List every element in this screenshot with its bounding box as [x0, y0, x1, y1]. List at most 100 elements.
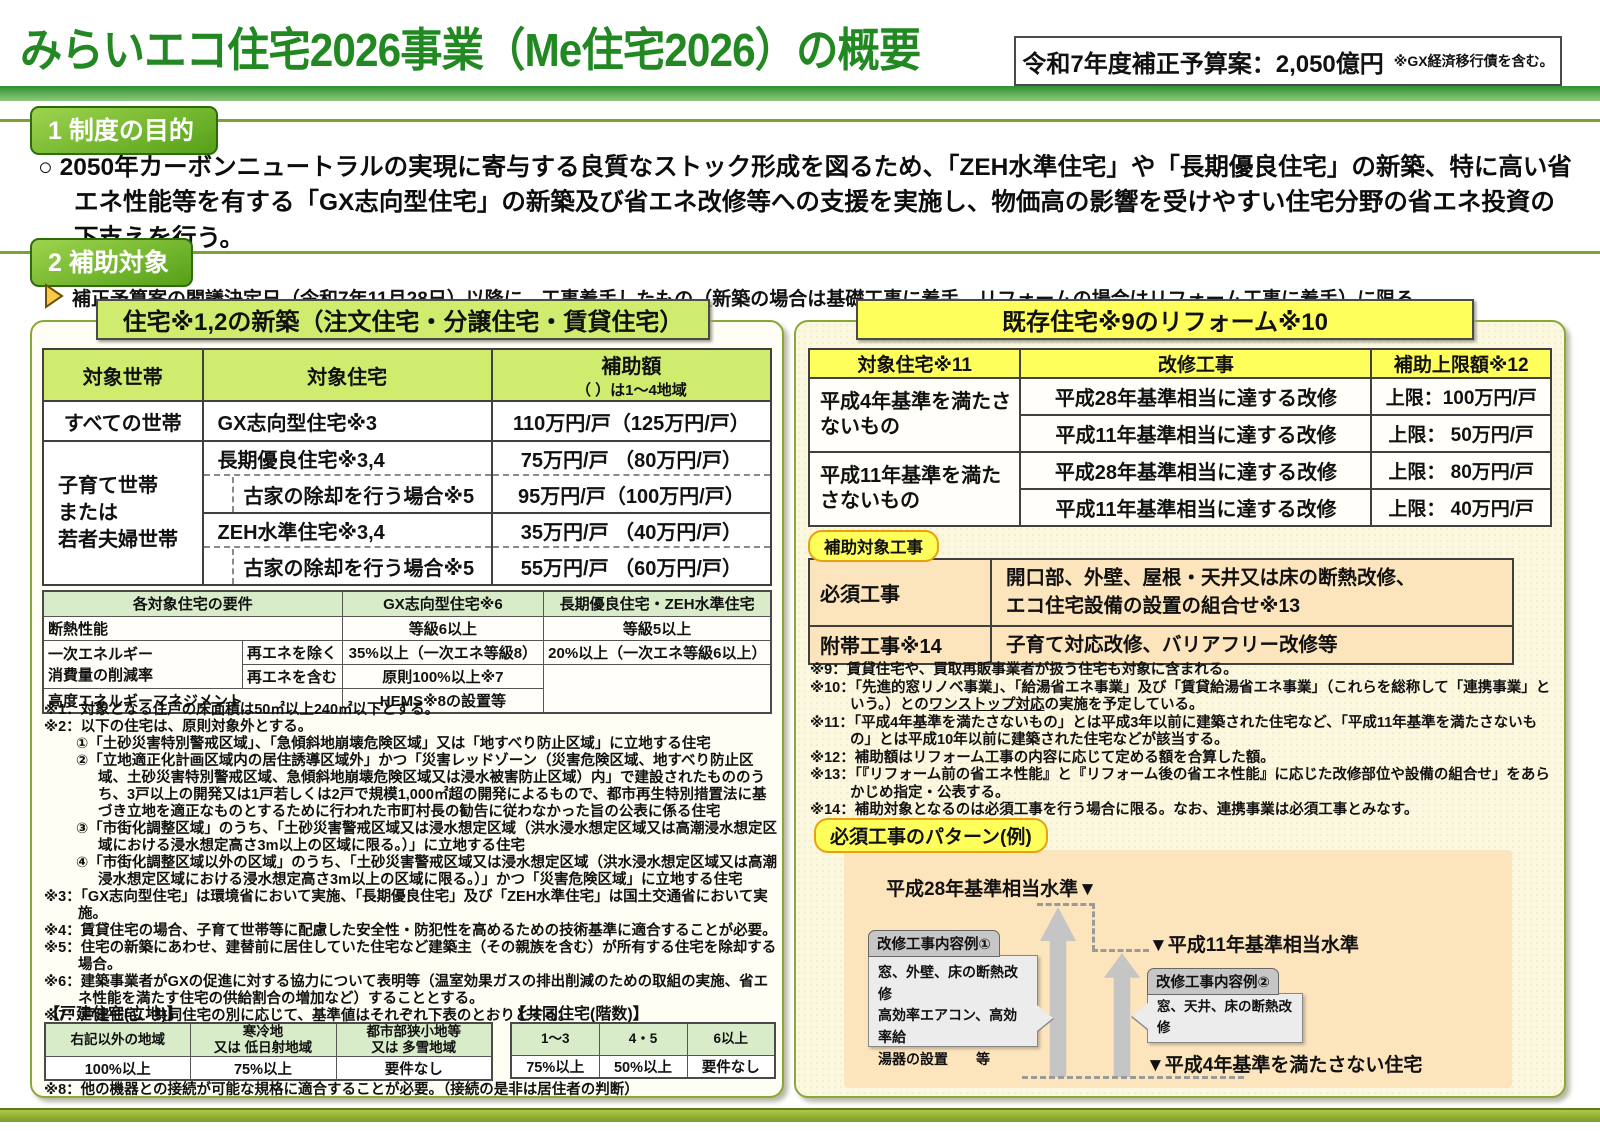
- note: ※8：他の機器との接続が可能な規格に適合することが必要。（接続の是非は居住者の判…: [44, 1082, 639, 1098]
- cell-house-group: 平成4年基準を満たさないもの: [807, 377, 1022, 453]
- cell-value: 要件なし: [335, 1056, 493, 1081]
- cell-value: 50%以上: [598, 1054, 688, 1079]
- requirements-table: 各対象住宅の要件 GX志向型住宅※6 長期優良住宅・ZEH水準住宅 断熱性能 等…: [42, 590, 772, 714]
- dashed-line: [1092, 949, 1149, 952]
- arrow-right-icon: [45, 283, 64, 309]
- h11-level-label: ▼平成11年基準相当水準: [1149, 935, 1359, 956]
- callout-tail-icon: [1037, 1005, 1053, 1031]
- cell-house: 長期優良住宅※3,4: [201, 440, 492, 475]
- table-row: 100%以上 75%以上 要件なし: [44, 1056, 493, 1081]
- detached-table-label: 【戸建住宅(立地)】: [44, 1006, 183, 1023]
- renovation-notes: ※9：賃貸住宅や、買取再販事業者が扱う住宅も対象に含まれる。 ※10：「先進的窓…: [810, 662, 1558, 820]
- section1-heading: 1 制度の目的: [30, 106, 218, 155]
- new-construction-notes: ※1：対象となる住戸の床面積は50㎡以上240㎡以下とする。 ※2：以下の住宅は…: [44, 702, 778, 1025]
- cell-label: 一次エネルギー 消費量の削減率: [42, 639, 243, 689]
- budget-box: 令和7年度補正予算案：2,050億円 ※GX経済移行債を含む。: [1014, 36, 1562, 86]
- cell-amount: 75万円/戸 （80万円/戸）: [490, 440, 771, 475]
- cell-cap: 上限： 40万円/戸: [1370, 488, 1552, 527]
- underlined-text: ワンストップ対応: [928, 697, 1045, 713]
- mandatory-work-pattern-diagram: 平成28年基準相当水準▼ ▼平成11年基準相当水準 改修工事内容例① 窓、外壁、…: [844, 850, 1512, 1088]
- footer-band: [0, 1108, 1600, 1122]
- note: ※2：以下の住宅は、原則対象外とする。: [44, 719, 313, 735]
- renovation-panel-title: 既存住宅※9のリフォーム※10: [856, 299, 1474, 340]
- renovation-panel: 対象住宅※11 改修工事 補助上限額※12 平成4年基準を満たさないもの 平成2…: [794, 320, 1566, 1098]
- detached-house-table: 右記以外の地域 寒冷地 又は 低日射地域 都市部狭小地等 又は 多雪地域 100…: [44, 1022, 493, 1081]
- col-header-amount-sub: （ ）は1～4地域: [575, 382, 687, 399]
- note-subitem: ②「立地適正化計画区域内の居住誘導区域外」かつ「災害レッドゾーン（災害危険区域、…: [76, 753, 767, 820]
- table-row: 必須工事 開口部、外壁、屋根・天井又は床の断熱改修、 エコ住宅設備の設置の組合せ…: [808, 558, 1514, 627]
- apartment-table-label: 【共同住宅(階数)】: [510, 1006, 649, 1023]
- callout-body: 窓、天井、床の断熱改修: [1147, 993, 1303, 1043]
- table-header-row: 対象世帯 対象住宅 補助額 （ ）は1～4地域: [42, 348, 771, 401]
- col-header-household: 対象世帯: [42, 348, 203, 401]
- pattern-badge: 必須工事のパターン(例): [814, 818, 1048, 853]
- note: ※14：補助対象となるのは必須工事を行う場合に限る。なお、連携事業は必須工事とみ…: [810, 802, 1419, 818]
- cell-cap: 上限： 50万円/戸: [1370, 414, 1552, 453]
- work-badge: 補助対象工事: [808, 530, 939, 562]
- cell-other: 20%以上（一次エネ等級6以上）: [543, 639, 772, 665]
- cell-amount: 35万円/戸 （40万円/戸）: [490, 512, 771, 547]
- work-table: 必須工事 開口部、外壁、屋根・天井又は床の断熱改修、 エコ住宅設備の設置の組合せ…: [808, 558, 1514, 665]
- new-construction-panel-title: 住宅※1,2の新築（注文住宅・分譲住宅・賃貸住宅）: [96, 299, 710, 340]
- note-subitem: ③「市街化調整区域」のうち、「土砂災害警戒区域又は浸水想定区域（洪水浸水想定区域…: [76, 821, 778, 854]
- col-header: 6以上: [686, 1022, 776, 1056]
- table-row: 断熱性能 等級6以上 等級5以上: [42, 615, 772, 641]
- up-arrow-icon: [1040, 907, 1076, 1077]
- budget-note: ※GX経済移行債を含む。: [1393, 53, 1554, 69]
- section1-rule: [0, 119, 1600, 122]
- h28-level-label: 平成28年基準相当水準▼: [886, 879, 1097, 900]
- table-header-row: 右記以外の地域 寒冷地 又は 低日射地域 都市部狭小地等 又は 多雪地域: [44, 1022, 493, 1058]
- cell-work-type: 附帯工事※14: [808, 624, 992, 665]
- cell-cap: 上限：100万円/戸: [1370, 377, 1552, 416]
- section2-rule: [0, 251, 1600, 254]
- note: ※4：賃貸住宅の場合、子育て世帯等に配慮した安全性・防犯性を高めるための技術基準…: [44, 923, 777, 939]
- col-header: 寒冷地 又は 低日射地域: [189, 1022, 337, 1058]
- cell-gx: 原則100%以上※7: [341, 663, 545, 689]
- col-header-house: 対象住宅: [201, 348, 492, 401]
- cell-gx: 35%以上（一次エネ等級8）: [341, 639, 545, 665]
- cell-value: 75%以上: [189, 1056, 337, 1081]
- budget-amount: 令和7年度補正予算案：2,050億円: [1022, 50, 1384, 78]
- table-header-row: 1～3 4・5 6以上: [510, 1022, 776, 1056]
- col-header: 都市部狭小地等 又は 多雪地域: [335, 1022, 493, 1058]
- col-header: 1～3: [510, 1022, 600, 1056]
- table-row: 附帯工事※14 子育て対応改修、バリアフリー改修等: [808, 624, 1514, 665]
- work-example-callout-1: 改修工事内容例① 窓、外壁、床の断熱改修 高効率エアコン、高効率給 湯器の設置 …: [868, 930, 1053, 1067]
- cell-value: 100%以上: [44, 1056, 191, 1081]
- cell-household: すべての世帯: [42, 400, 203, 441]
- cell-work-desc: 子育て対応改修、バリアフリー改修等: [990, 624, 1514, 665]
- cell-gx: 等級6以上: [341, 615, 545, 641]
- section2-heading: 2 補助対象: [30, 238, 193, 287]
- note: ※5：住宅の新築にあわせ、建替前に居住していた住宅など建築主（その親族を含む）が…: [44, 940, 777, 973]
- cell-sublabel: 再エネを除く: [241, 639, 343, 665]
- cell-house: GX志向型住宅※3: [201, 400, 492, 441]
- dashed-line: [1022, 1076, 1244, 1079]
- col-header: 4・5: [598, 1022, 688, 1056]
- cell-amount: 110万円/戸（125万円/戸）: [490, 400, 771, 441]
- cell-work-desc: 開口部、外壁、屋根・天井又は床の断熱改修、 エコ住宅設備の設置の組合せ※13: [990, 558, 1514, 627]
- note: ※11：「平成4年基準を満たさないもの」とは平成3年以前に建築された住宅など、「…: [810, 714, 1538, 749]
- table-row: 子育て世帯 または 若者夫婦世帯 長期優良住宅※3,4 75万円/戸 （80万円…: [42, 440, 771, 585]
- note: ※13：「『リフォーム前の省エネ性能』と『リフォーム後の省エネ性能』に応じた改修…: [810, 767, 1550, 801]
- h4-level-label: ▼平成4年基準を満たさない住宅: [1146, 1055, 1423, 1076]
- note: ※3：「GX志向型住宅」は環境省において実施、「長期優良住宅」及び「ZEH水準住…: [44, 889, 768, 922]
- table-header-row: 対象住宅※11 改修工事 補助上限額※12: [807, 348, 1552, 379]
- col-header-requirement: 各対象住宅の要件: [42, 590, 343, 617]
- col-header: 右記以外の地域: [44, 1022, 191, 1058]
- cell-other: 等級5以上: [543, 615, 772, 641]
- col-header-work: 改修工事: [1019, 348, 1373, 379]
- cell-label: 断熱性能: [42, 615, 343, 641]
- new-construction-panel: 対象世帯 対象住宅 補助額 （ ）は1～4地域 すべての世帯 GX志向型住宅※3…: [30, 320, 784, 1098]
- table-header-row: 各対象住宅の要件 GX志向型住宅※6 長期優良住宅・ZEH水準住宅: [42, 590, 772, 617]
- table-row: 75%以上 50%以上 要件なし: [510, 1054, 776, 1079]
- note-subitem: ①「土砂災害特別警戒区域」、「急傾斜地崩壊危険区域」又は「地すべり防止区域」に立…: [76, 736, 711, 752]
- cell-house: ZEH水準住宅※3,4: [201, 512, 492, 547]
- purpose-paragraph: ○ 2050年カーボンニュートラルの実現に寄与する良質なストック形成を図るため、…: [38, 154, 1572, 252]
- dashed-line: [1092, 903, 1095, 951]
- callout-tail-icon: [1132, 1003, 1148, 1029]
- col-header-other: 長期優良住宅・ZEH水準住宅: [543, 590, 772, 617]
- col-header-cap: 補助上限額※12: [1370, 348, 1552, 379]
- cell-house: 古家の除却を行う場合※5: [201, 474, 492, 513]
- subsidy-table: 対象世帯 対象住宅 補助額 （ ）は1～4地域 すべての世帯 GX志向型住宅※3…: [42, 348, 772, 586]
- work-example-callout-2: 改修工事内容例② 窓、天井、床の断熱改修: [1132, 968, 1303, 1043]
